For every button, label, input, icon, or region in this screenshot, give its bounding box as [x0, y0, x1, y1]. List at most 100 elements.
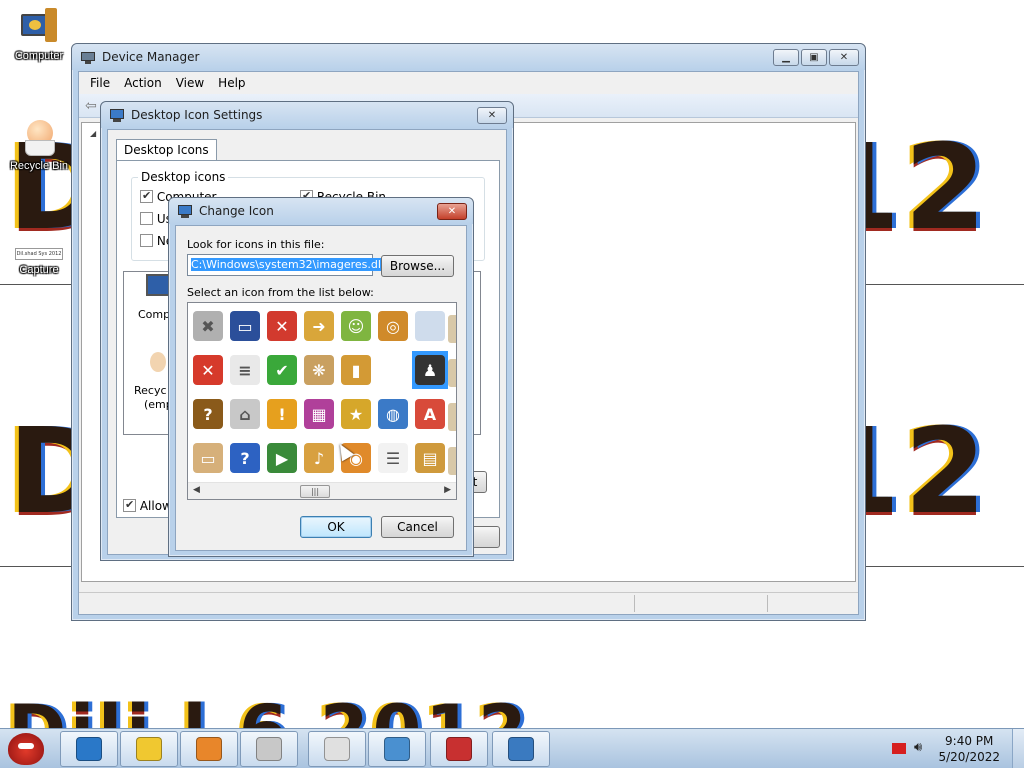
icon-list-item[interactable]: ✕ — [190, 351, 226, 389]
window-title: Desktop Icon Settings — [131, 108, 263, 122]
partial-icon[interactable] — [448, 315, 456, 343]
partial-icon[interactable] — [448, 403, 456, 431]
snipping-button[interactable] — [308, 731, 366, 767]
start-button[interactable] — [4, 729, 48, 768]
contacts-button[interactable] — [120, 731, 178, 767]
close-button[interactable]: ✕ — [437, 203, 467, 220]
close-button[interactable]: ✕ — [829, 49, 859, 66]
icon-list-item[interactable]: ☰ — [375, 439, 411, 477]
tab-desktop-icons[interactable]: Desktop Icons — [116, 139, 217, 161]
ie-button[interactable] — [60, 731, 118, 767]
icon-list-item[interactable]: ≡ — [227, 351, 263, 389]
icon-list-item[interactable]: ⌂ — [227, 395, 263, 433]
menu-bar: File Action View Help — [79, 72, 858, 94]
projector-icon: ⌂ — [230, 399, 260, 429]
desktop-icon-capture[interactable]: Dil.shad Sys 2012 Capture — [4, 248, 74, 276]
wallpaper-text: Dili l 6 2012 — [8, 690, 531, 728]
look-for-label: Look for icons in this file: — [187, 238, 325, 251]
icon-glyph — [415, 311, 445, 341]
icon-list-item[interactable]: ♟ — [412, 351, 448, 389]
icon-glyph: ▶ — [275, 448, 289, 468]
icon-list[interactable]: ✖▭✕➜☺◎✕≡✔❋▮♟?⌂!▦★◍A▭?▶♪◉☰▤A ◀ ||| ▶ — [187, 302, 457, 500]
icon-list-item[interactable]: ▶ — [264, 439, 300, 477]
icon-list-item[interactable]: ➜ — [301, 307, 337, 345]
icon-glyph: ▮ — [351, 360, 361, 380]
menu-action[interactable]: Action — [117, 76, 169, 90]
icon-list-item[interactable]: ! — [264, 395, 300, 433]
icon-glyph: ✕ — [201, 360, 215, 380]
paint-icon — [256, 737, 282, 761]
icon-glyph: ▭ — [200, 448, 216, 468]
file-path-field[interactable]: C:\Windows\system32\imageres.dll — [187, 254, 385, 276]
checkbox[interactable] — [140, 212, 153, 225]
icon-list-item[interactable]: ? — [227, 439, 263, 477]
browse-button[interactable]: Browse... — [381, 255, 454, 277]
icon-list-item[interactable] — [412, 307, 448, 345]
menu-view[interactable]: View — [169, 76, 211, 90]
folder-video-icon: ▤ — [415, 443, 445, 473]
icon-list-item[interactable]: ✖ — [190, 307, 226, 345]
volume-icon[interactable]: 🔊︎ — [914, 740, 922, 755]
scroll-thumb[interactable]: ||| — [300, 485, 330, 498]
icon-list-item[interactable]: ▭ — [190, 439, 226, 477]
icon-list-item[interactable]: ? — [190, 395, 226, 433]
icon-glyph: ◍ — [386, 404, 400, 424]
folder-disc-icon: ◎ — [378, 311, 408, 341]
display-button[interactable] — [492, 731, 550, 767]
icon-list-item[interactable]: ◍ — [375, 395, 411, 433]
icon-list-item[interactable]: ▭ — [227, 307, 263, 345]
media-play-icon: ▶ — [267, 443, 297, 473]
paint-button[interactable] — [240, 731, 298, 767]
menu-file[interactable]: File — [83, 76, 117, 90]
icon-list-item[interactable]: ◎ — [375, 307, 411, 345]
checkbox[interactable] — [123, 498, 136, 512]
partial-icon[interactable] — [448, 447, 456, 475]
icon-list-item[interactable]: ▤ — [412, 439, 448, 477]
icon-list-item[interactable]: ★ — [338, 395, 374, 433]
horizontal-scrollbar[interactable]: ◀ ||| ▶ — [188, 482, 456, 499]
ok-button[interactable]: OK — [300, 516, 372, 538]
change-icon-client: Look for icons in this file: C:\Windows\… — [175, 225, 467, 551]
icon-glyph: ❋ — [312, 360, 326, 380]
icon-list-item[interactable]: ✕ — [264, 307, 300, 345]
icon-glyph: ★ — [348, 404, 364, 424]
icon-list-item[interactable]: ❋ — [301, 351, 337, 389]
icon-glyph: ≡ — [238, 360, 252, 380]
icon-list-item[interactable]: ☺ — [338, 307, 374, 345]
screenshot-button[interactable] — [368, 731, 426, 767]
toolbox-button[interactable] — [430, 731, 488, 767]
back-arrow-icon[interactable]: ⇦ — [85, 98, 97, 114]
icon-list-item[interactable]: A — [412, 395, 448, 433]
desktop-icon-recycle-bin[interactable]: Recycle Bin — [4, 118, 74, 172]
icon-list-item[interactable]: ▮ — [338, 351, 374, 389]
partial-icon[interactable] — [448, 359, 456, 387]
menu-help[interactable]: Help — [211, 76, 252, 90]
close-button[interactable]: ✕ — [477, 107, 507, 124]
clock[interactable]: 9:40 PM 5/20/2022 — [938, 733, 1000, 765]
font-icon: A — [415, 399, 445, 429]
checkbox-allow-themes[interactable]: Allow — [123, 498, 172, 513]
show-desktop-button[interactable] — [1012, 729, 1024, 768]
icon-glyph: ✔ — [275, 360, 289, 380]
checkbox[interactable] — [140, 234, 153, 247]
icon-list-item[interactable]: ▦ — [301, 395, 337, 433]
display-icon — [508, 737, 534, 761]
cancel-button[interactable]: Cancel — [381, 516, 454, 538]
contacts-icon — [136, 737, 162, 761]
icon-list-item[interactable]: ✔ — [264, 351, 300, 389]
scroll-right-icon[interactable]: ▶ — [444, 485, 451, 495]
media-button[interactable] — [180, 731, 238, 767]
icon-list-item[interactable] — [375, 351, 411, 389]
checkbox[interactable] — [140, 189, 153, 203]
icon-list-item[interactable]: ♪ — [301, 439, 337, 477]
title-bar[interactable]: Desktop Icon Settings — [101, 102, 513, 128]
icon-glyph: ☰ — [385, 448, 401, 468]
title-bar[interactable]: Device Manager — [72, 44, 865, 70]
scroll-left-icon[interactable]: ◀ — [193, 485, 200, 495]
minimize-button[interactable]: ▁ — [773, 49, 799, 66]
tree-expand-icon[interactable]: ◢ — [90, 129, 96, 138]
maximize-button[interactable]: ▣ — [801, 49, 827, 66]
action-center-flag-icon[interactable] — [892, 743, 906, 754]
title-bar[interactable]: Change Icon — [169, 198, 473, 224]
desktop-icon-computer[interactable]: Computer — [4, 8, 74, 62]
